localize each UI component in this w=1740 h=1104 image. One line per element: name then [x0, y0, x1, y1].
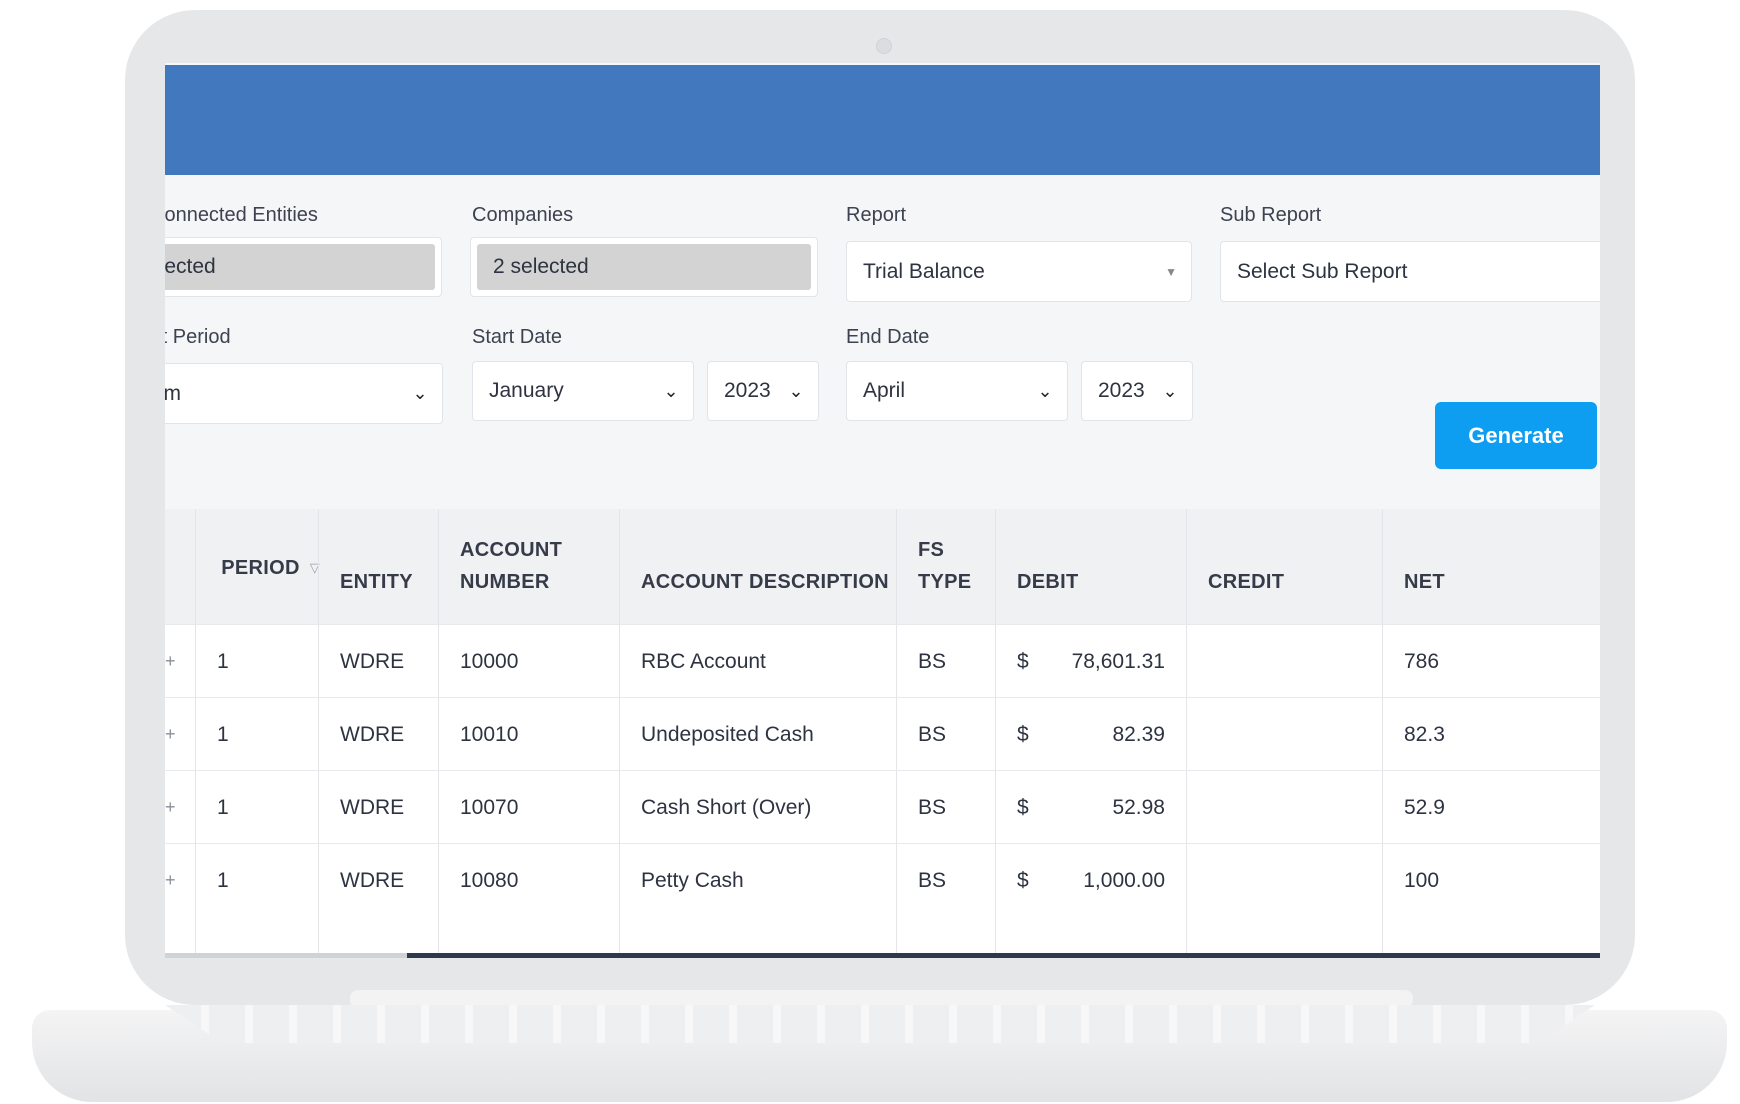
cell-credit — [1186, 698, 1382, 771]
end-month-value: April — [863, 379, 906, 402]
fs-type-header-line1: FS — [918, 539, 945, 561]
cell-entity: WDRE — [340, 649, 405, 673]
report-period-value: tom — [165, 381, 182, 405]
cell-period: 1 — [217, 795, 229, 819]
end-month-select[interactable]: April ⌄ — [846, 361, 1068, 421]
cell-net: 52.9 — [1404, 795, 1445, 819]
net-header-text: NET — [1404, 571, 1445, 593]
account-description-header-text: ACCOUNT DESCRIPTION — [641, 571, 889, 593]
cell-net: 786 — [1404, 649, 1440, 673]
laptop-keyboard — [165, 1005, 1595, 1043]
cell-description: RBC Account — [641, 649, 766, 673]
report-period-label-text: rt Period — [165, 326, 231, 348]
table-row[interactable]: +1 WDRE 10080 Petty Cash BS $1,000.00 100 — [165, 843, 1600, 917]
app-screen: Connected Entities elected Companies 2 s… — [165, 63, 1600, 958]
start-month-value: January — [489, 379, 564, 402]
column-header-account-number[interactable]: ACCOUNT NUMBER — [438, 509, 618, 624]
report-period-select[interactable]: tom ⌄ — [165, 363, 443, 424]
table-row[interactable]: +1 WDRE 10070 Cash Short (Over) BS $52.98 52.9 — [165, 770, 1600, 844]
start-date-label: Start Date — [472, 326, 563, 348]
connected-entities-text: elected — [165, 255, 216, 278]
cell-credit — [1186, 771, 1382, 844]
start-month-select[interactable]: January ⌄ — [472, 361, 694, 421]
cell-account: 10000 — [460, 649, 519, 673]
column-header-entity[interactable]: ENTITY — [318, 509, 438, 624]
account-number-header-line1: ACCOUNT — [460, 539, 563, 561]
cell-debit: 52.98 — [1112, 795, 1165, 819]
companies-label: Companies — [472, 204, 574, 226]
cell-debit: 82.39 — [1112, 722, 1165, 746]
entity-header-text: ENTITY — [340, 571, 413, 593]
period-header-text: PERIOD — [221, 557, 300, 579]
column-header-period[interactable]: PERIOD ▽ — [195, 509, 320, 624]
column-header-credit[interactable]: CREDIT — [1186, 509, 1382, 624]
cell-fs: BS — [918, 722, 947, 746]
cell-entity: WDRE — [340, 795, 405, 819]
expand-plus-icon[interactable]: + — [165, 625, 179, 698]
expand-plus-icon[interactable]: + — [165, 844, 179, 917]
companies-value: 2 selected — [477, 244, 811, 290]
cell-period: 1 — [217, 722, 229, 746]
connected-entities-label: Connected Entities — [165, 204, 318, 226]
cell-account: 10010 — [460, 722, 519, 746]
debit-header-text: DEBIT — [1017, 571, 1079, 593]
end-date-label: End Date — [846, 326, 930, 348]
connected-entities-select[interactable]: elected — [165, 237, 442, 297]
cell-entity: WDRE — [340, 868, 405, 892]
chevron-down-icon: ⌄ — [788, 380, 804, 401]
header-bar — [165, 65, 1600, 175]
table-header: PERIOD ▽ ENTITY ACCOUNT NUMBER ACCOUNT DE… — [165, 509, 1600, 624]
column-header-fs-type[interactable]: FS TYPE — [896, 509, 995, 624]
report-select[interactable]: Trial Balance ▼ — [846, 241, 1192, 302]
fs-type-header-line2: TYPE — [918, 571, 972, 593]
cell-credit — [1186, 844, 1382, 917]
start-year-value: 2023 — [724, 379, 771, 402]
cell-account: 10080 — [460, 868, 519, 892]
cell-description: Cash Short (Over) — [641, 795, 812, 819]
cell-debit: 78,601.31 — [1071, 649, 1165, 673]
caret-down-icon: ▼ — [1165, 264, 1177, 279]
sub-report-select[interactable]: Select Sub Report — [1220, 241, 1600, 302]
column-header-account-description[interactable]: ACCOUNT DESCRIPTION — [619, 509, 897, 624]
report-label: Report — [846, 204, 907, 226]
cell-entity: WDRE — [340, 722, 405, 746]
horizontal-scrollbar-thumb[interactable] — [407, 953, 1600, 958]
cell-period: 1 — [217, 649, 229, 673]
account-number-header-line2: NUMBER — [460, 571, 550, 593]
cell-period: 1 — [217, 868, 229, 892]
chevron-down-icon: ⌄ — [663, 380, 679, 401]
generate-button[interactable]: Generate — [1435, 402, 1597, 469]
start-year-select[interactable]: 2023 ⌄ — [707, 361, 819, 421]
column-header-debit[interactable]: DEBIT — [995, 509, 1186, 624]
cell-net: 82.3 — [1404, 722, 1445, 746]
end-year-value: 2023 — [1098, 379, 1145, 402]
trial-balance-table: PERIOD ▽ ENTITY ACCOUNT NUMBER ACCOUNT DE… — [165, 509, 1600, 955]
report-value: Trial Balance — [863, 259, 985, 283]
camera-icon — [876, 38, 892, 54]
companies-select[interactable]: 2 selected — [470, 237, 818, 297]
expand-plus-icon[interactable]: + — [165, 698, 179, 771]
chevron-down-icon: ⌄ — [412, 383, 428, 403]
column-header-net[interactable]: NET — [1382, 509, 1600, 624]
expand-plus-icon[interactable]: + — [165, 771, 179, 844]
cell-description: Petty Cash — [641, 868, 744, 892]
cell-credit — [1186, 625, 1382, 698]
credit-header-text: CREDIT — [1208, 571, 1285, 593]
cell-fs: BS — [918, 868, 947, 892]
cell-fs: BS — [918, 795, 947, 819]
report-period-label: rt Period — [165, 326, 231, 349]
table-row[interactable]: +1 WDRE 10010 Undeposited Cash BS $82.39 82.3 — [165, 697, 1600, 771]
sub-report-label: Sub Report — [1220, 204, 1322, 226]
cell-account: 10070 — [460, 795, 519, 819]
sub-report-value: Select Sub Report — [1237, 259, 1408, 283]
cell-debit: 1,000.00 — [1083, 868, 1165, 892]
chevron-down-icon: ⌄ — [1162, 380, 1178, 401]
cell-fs: BS — [918, 649, 947, 673]
cell-net: 100 — [1404, 868, 1440, 892]
connected-entities-value: elected — [165, 244, 435, 290]
table-row[interactable]: +1 WDRE 10000 RBC Account BS $78,601.31 786 — [165, 624, 1600, 698]
cell-description: Undeposited Cash — [641, 722, 814, 746]
end-year-select[interactable]: 2023 ⌄ — [1081, 361, 1193, 421]
chevron-down-icon: ⌄ — [1037, 380, 1053, 401]
